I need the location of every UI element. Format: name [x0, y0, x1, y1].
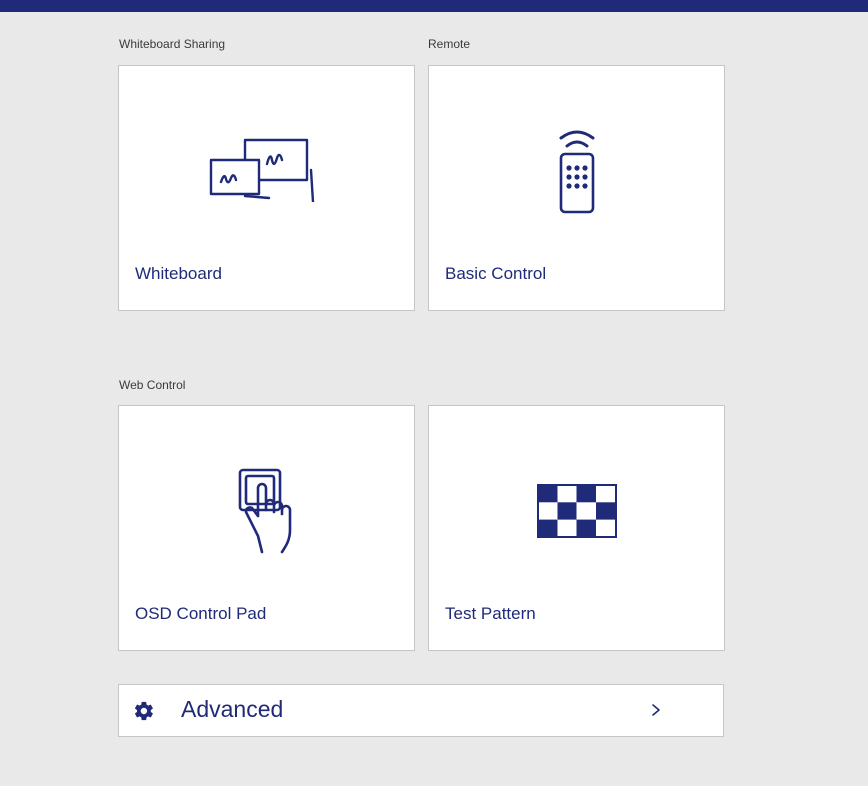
whiteboard-label: Whiteboard [135, 264, 222, 283]
test-pattern-label: Test Pattern [445, 604, 536, 623]
touch-pad-hand-icon [119, 466, 414, 558]
remote-control-icon [429, 124, 724, 220]
checker-pattern-icon [429, 484, 724, 538]
top-header-bar [0, 0, 868, 12]
chevron-right-icon [652, 704, 660, 716]
osd-control-pad-label: OSD Control Pad [135, 604, 267, 623]
basic-control-tile[interactable]: Basic Control [428, 65, 725, 311]
whiteboard-tile[interactable]: Whiteboard [118, 65, 415, 311]
advanced-label: Advanced [181, 696, 284, 722]
advanced-button[interactable]: Advanced [118, 684, 724, 737]
section-label-whiteboard-sharing: Whiteboard Sharing [119, 37, 226, 51]
basic-control-label: Basic Control [445, 264, 547, 283]
section-label-remote: Remote [428, 37, 471, 51]
osd-control-pad-tile[interactable]: OSD Control Pad [118, 405, 415, 651]
gear-icon [134, 701, 153, 721]
test-pattern-tile[interactable]: Test Pattern [428, 405, 725, 651]
whiteboard-icon [119, 134, 414, 202]
section-label-web-control: Web Control [119, 378, 186, 392]
